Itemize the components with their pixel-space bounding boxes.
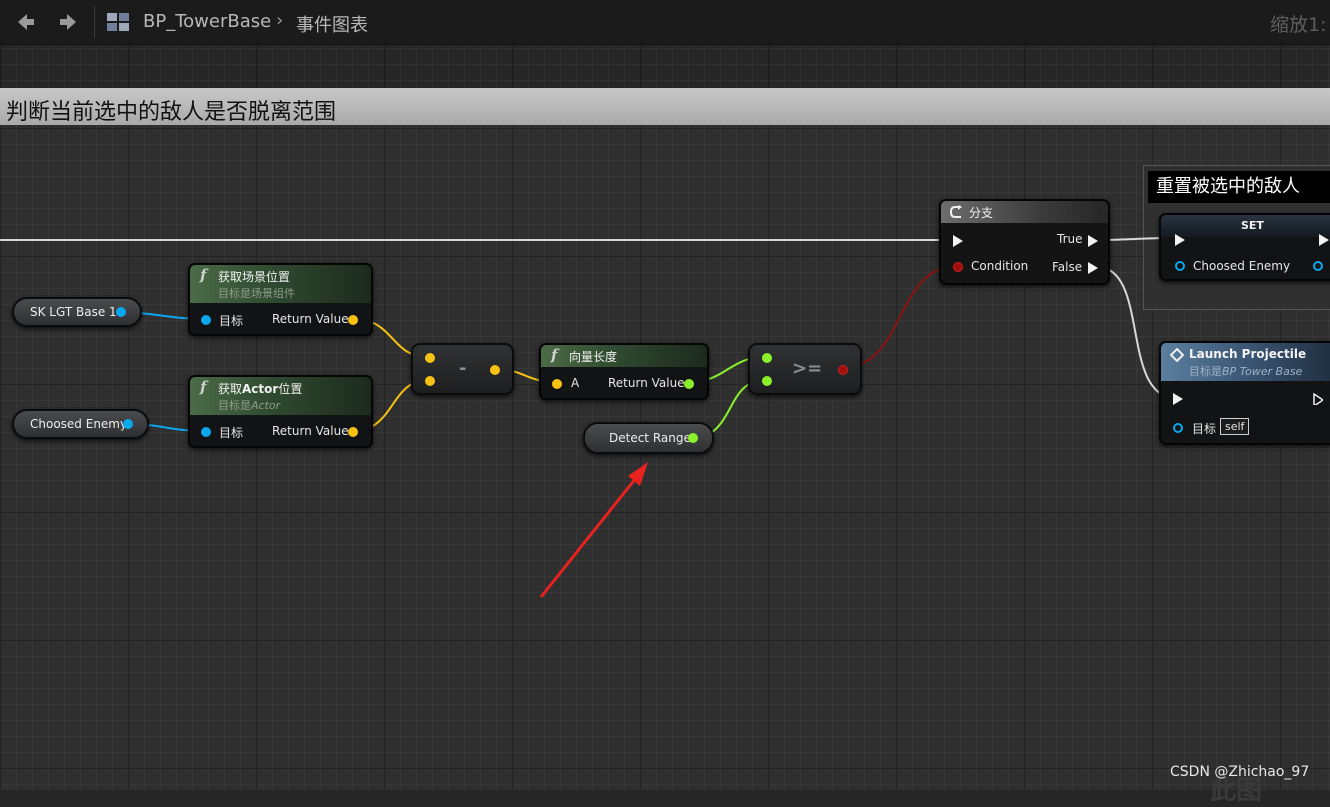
node-set-choosed-enemy[interactable]: SET Choosed Enemy	[1159, 213, 1330, 281]
operator-label: -	[459, 358, 467, 379]
node-subtract[interactable]: -	[411, 343, 514, 395]
exec-true-pin[interactable]	[1088, 235, 1098, 247]
node-title: SET	[1241, 219, 1264, 232]
output-pin[interactable]	[123, 419, 133, 429]
node-get-actor-location[interactable]: f 获取Actor位置 目标是Actor 目标 Return Value	[188, 375, 373, 448]
input-pin[interactable]	[1175, 261, 1185, 271]
node-subtitle: 目标是场景组件	[218, 287, 295, 300]
forward-button[interactable]	[52, 8, 84, 36]
return-pin[interactable]	[348, 427, 358, 437]
node-header: f 获取场景位置 目标是场景组件	[190, 265, 371, 303]
exec-output-pin[interactable]	[1313, 393, 1323, 405]
node-vector-length[interactable]: f 向量长度 A Return Value	[539, 343, 709, 400]
pin-label: 目标	[219, 426, 244, 440]
back-button[interactable]	[10, 8, 42, 36]
title-part-bold: Actor	[242, 382, 279, 396]
breadcrumb-graph[interactable]: 事件图表	[296, 11, 368, 37]
target-pin[interactable]	[1173, 423, 1183, 433]
subtitle-part-italic: BP Tower Base	[1222, 365, 1303, 378]
node-branch[interactable]: 分支 True Condition False	[939, 199, 1110, 285]
node-title: 获取Actor位置	[218, 380, 302, 397]
var-node-detect-range[interactable]: Detect Range	[583, 422, 714, 454]
arrow-left-icon	[18, 14, 34, 30]
condition-pin[interactable]	[953, 262, 963, 272]
csdn-watermark: CSDN @Zhichao_97	[1170, 764, 1310, 780]
var-label: Choosed Enemy	[30, 417, 128, 431]
return-pin[interactable]	[684, 379, 694, 389]
pin-label: False	[1052, 260, 1083, 274]
output-pin[interactable]	[490, 365, 500, 375]
diamond-icon	[1170, 348, 1184, 362]
exec-output-pin[interactable]	[1319, 234, 1329, 246]
input-pin-a[interactable]	[425, 353, 435, 363]
var-label: Detect Range	[609, 431, 691, 445]
pin-label: 目标	[1192, 422, 1217, 436]
return-pin[interactable]	[348, 315, 358, 325]
function-icon: f	[551, 346, 558, 364]
exec-input-pin[interactable]	[1173, 393, 1183, 405]
exec-input-pin[interactable]	[953, 235, 963, 247]
operator-label: >=	[792, 358, 823, 379]
var-label: SK LGT Base 1	[30, 305, 117, 319]
breadcrumb-blueprint[interactable]: BP_TowerBase	[143, 11, 271, 32]
output-pin[interactable]	[116, 307, 126, 317]
zoom-level: 缩放1:	[1270, 14, 1327, 36]
pin-label: Choosed Enemy	[1193, 259, 1291, 273]
exec-input-pin[interactable]	[1175, 234, 1185, 246]
pin-label: True	[1057, 232, 1083, 246]
function-icon: f	[200, 266, 207, 284]
input-pin-b[interactable]	[425, 376, 435, 386]
node-subtitle: 目标是Actor	[218, 397, 280, 413]
branch-icon	[949, 205, 962, 218]
pin-label: 目标	[219, 314, 244, 328]
node-header: Launch Projectile 目标是BP Tower Base	[1161, 343, 1330, 381]
output-pin[interactable]	[1313, 261, 1323, 271]
chevron-right-icon: ›	[276, 10, 284, 31]
subtitle-part-italic: Actor	[251, 399, 281, 412]
output-pin[interactable]	[688, 433, 698, 443]
title-part: 位置	[278, 382, 303, 396]
pin-label: Return Value	[608, 376, 685, 390]
pin-label: Return Value	[272, 312, 349, 326]
node-title: 获取场景位置	[218, 270, 291, 284]
subtitle-part: 目标是	[1189, 365, 1222, 378]
node-title: 向量长度	[569, 350, 618, 364]
input-pin-a[interactable]	[552, 379, 562, 389]
function-icon: f	[200, 378, 207, 396]
node-header: SET	[1161, 215, 1330, 237]
subtitle-part: 目标是	[218, 399, 251, 412]
arrow-right-icon	[60, 14, 76, 30]
input-pin-b[interactable]	[762, 376, 772, 386]
output-pin[interactable]	[838, 365, 848, 375]
node-title: Launch Projectile	[1189, 347, 1307, 361]
target-pin[interactable]	[201, 315, 211, 325]
node-get-world-location[interactable]: f 获取场景位置 目标是场景组件 目标 Return Value	[188, 263, 373, 336]
self-default-value[interactable]: self	[1220, 418, 1250, 435]
node-greater-equal[interactable]: >=	[748, 343, 862, 395]
var-node-choosed-enemy[interactable]: Choosed Enemy	[12, 409, 149, 439]
toolbar-divider	[94, 6, 95, 38]
title-part: 获取	[218, 382, 243, 396]
exec-false-pin[interactable]	[1088, 262, 1098, 274]
var-node-sk-lgt-base[interactable]: SK LGT Base 1	[12, 297, 142, 327]
node-header: f 向量长度	[541, 345, 707, 367]
pin-label: A	[571, 376, 580, 390]
input-pin-a[interactable]	[762, 353, 772, 363]
node-header: 分支	[941, 201, 1108, 223]
node-header: f 获取Actor位置 目标是Actor	[190, 377, 371, 415]
annotation-arrow-line	[539, 477, 638, 598]
node-title: 分支	[969, 206, 994, 220]
blueprint-grid-icon	[107, 13, 129, 31]
node-subtitle: 目标是BP Tower Base	[1189, 363, 1302, 379]
toolbar: BP_TowerBase › 事件图表 缩放1:	[0, 0, 1330, 45]
pin-label: Condition	[971, 259, 1029, 273]
pin-label: Return Value	[272, 424, 349, 438]
target-pin[interactable]	[201, 427, 211, 437]
